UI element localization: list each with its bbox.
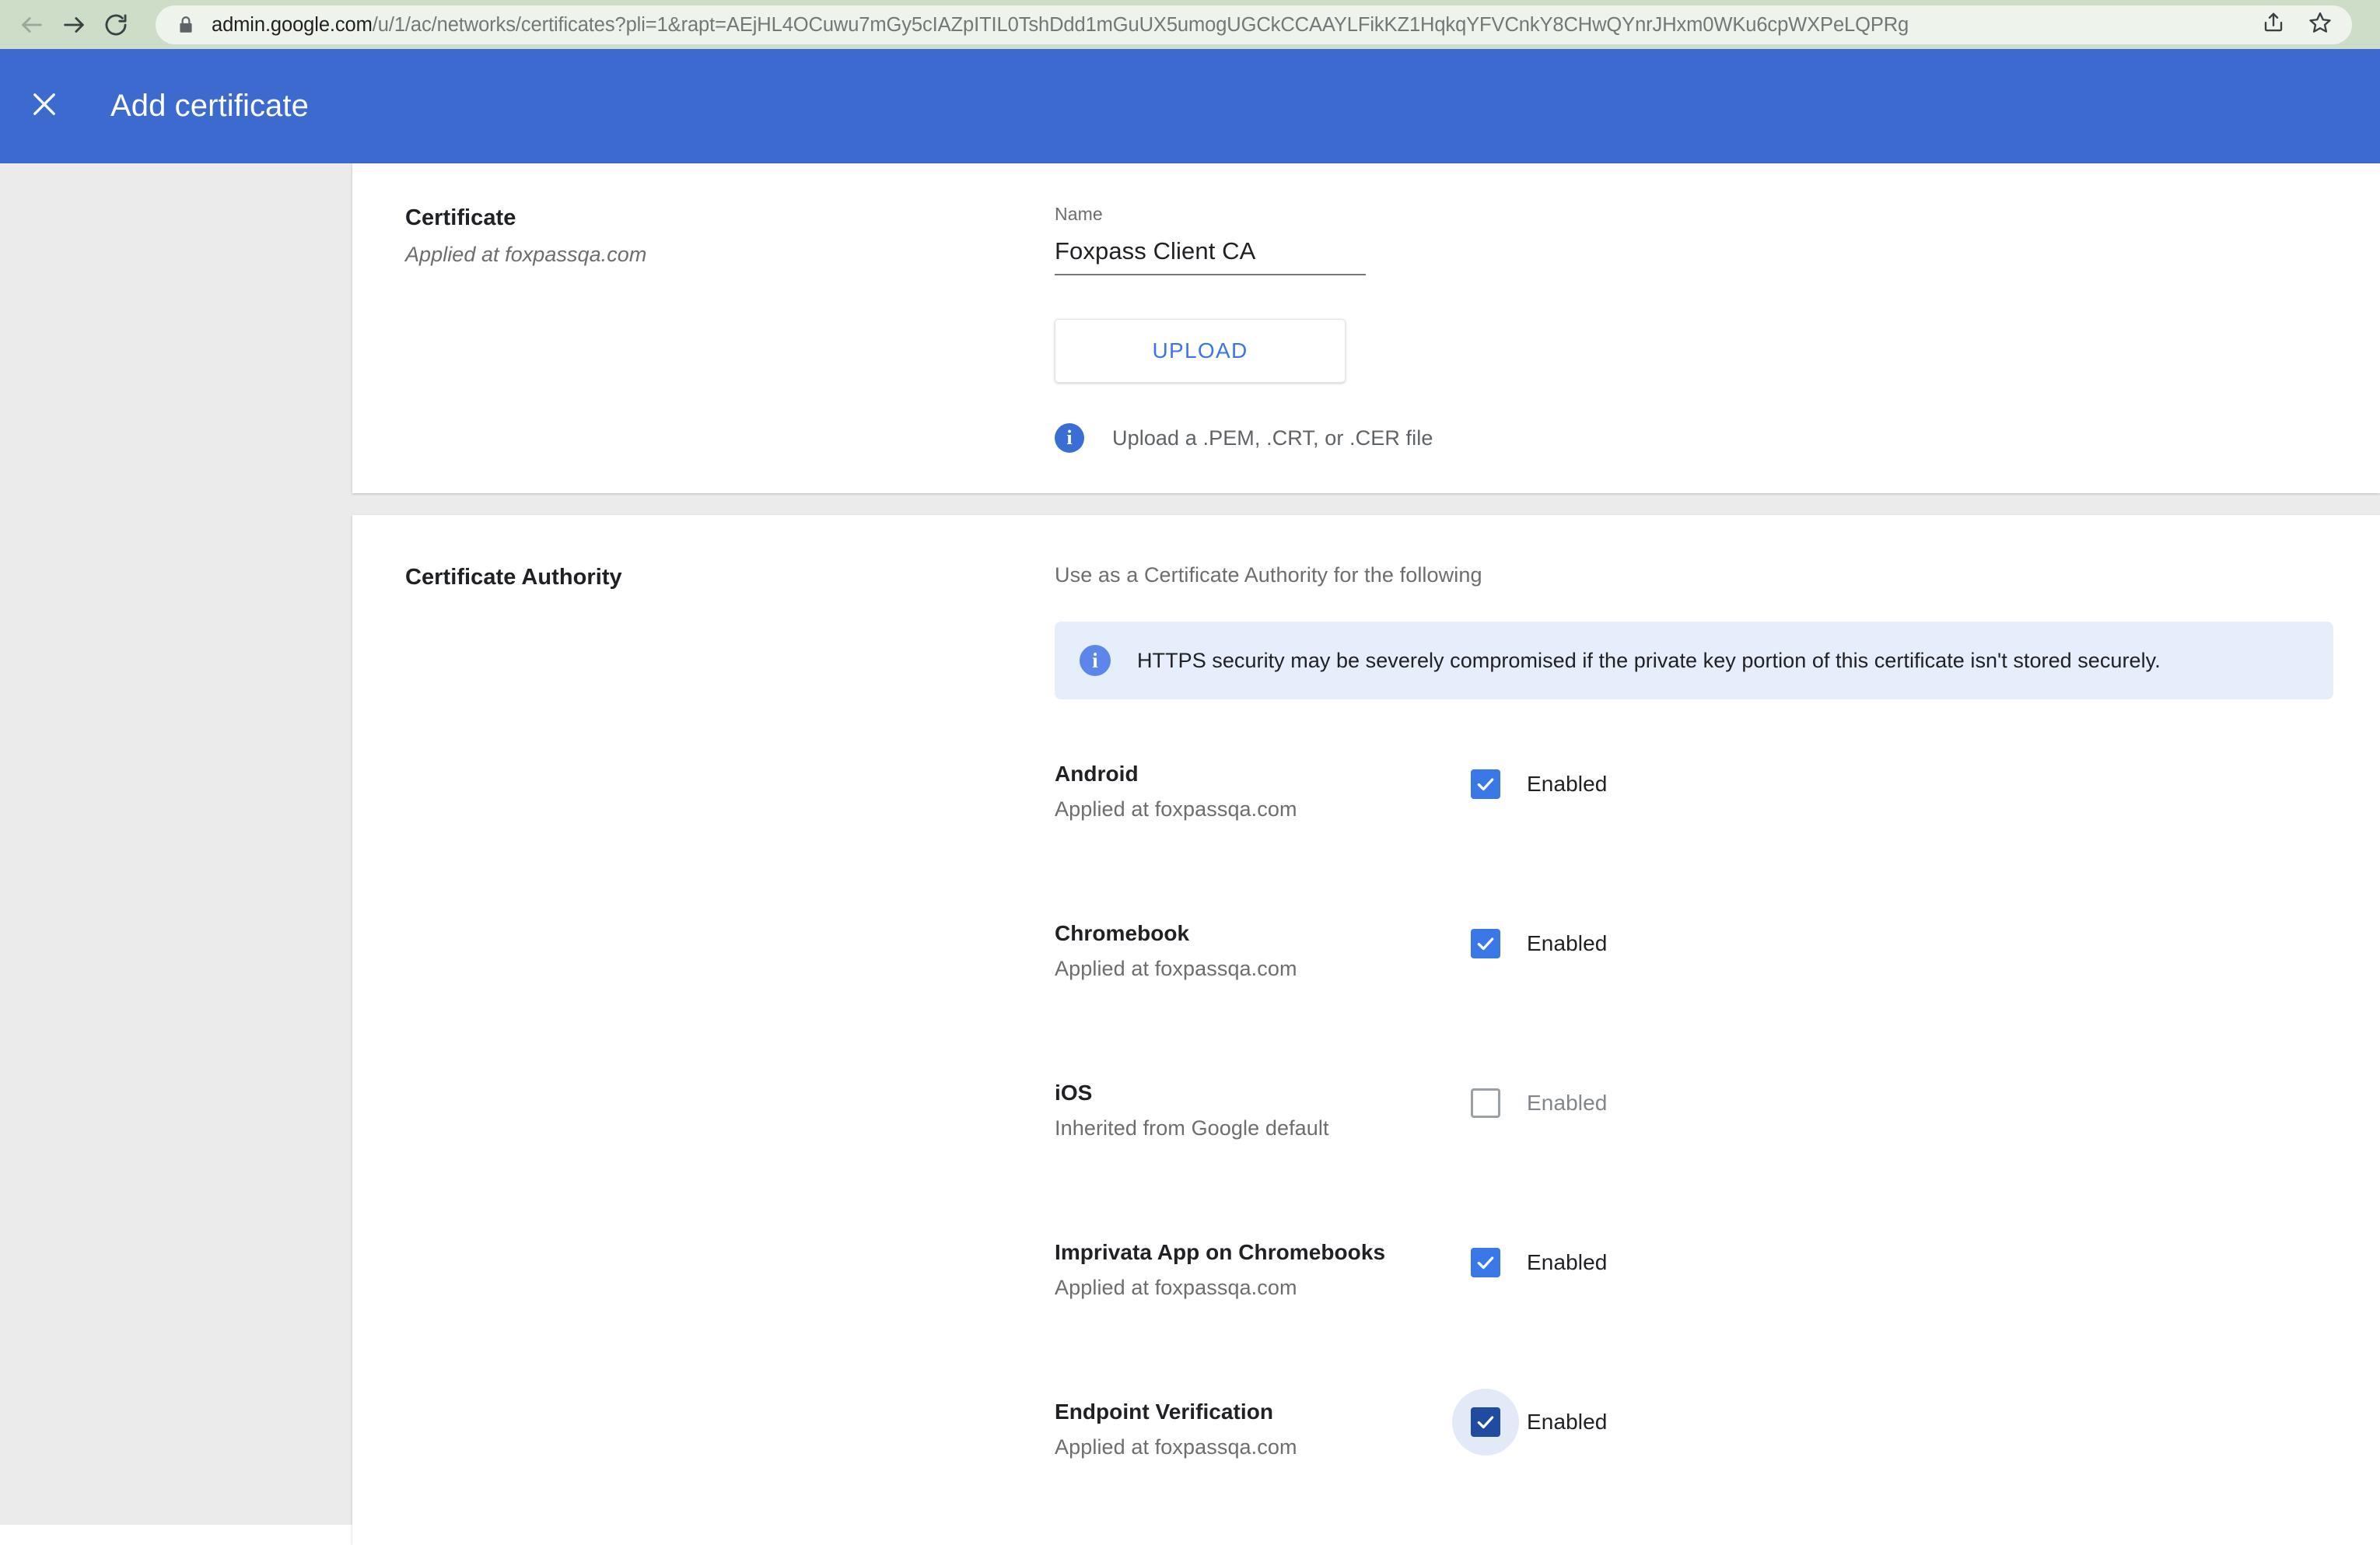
checkbox-hit-area[interactable] bbox=[1452, 1229, 1519, 1296]
name-field-label: Name bbox=[1055, 204, 1103, 224]
platform-status: Applied at foxpassqa.com bbox=[1055, 797, 1297, 821]
content-column: Certificate Applied at foxpassqa.com Nam… bbox=[352, 163, 2380, 1545]
upload-button[interactable]: UPLOAD bbox=[1055, 319, 1346, 383]
certificate-card: Certificate Applied at foxpassqa.com Nam… bbox=[352, 163, 2380, 493]
reload-icon bbox=[103, 12, 129, 38]
checkbox-label: Enabled bbox=[1527, 1250, 1608, 1274]
ca-section-title: Certificate Authority bbox=[405, 565, 622, 590]
back-button[interactable] bbox=[11, 4, 53, 46]
platform-status: Applied at foxpassqa.com bbox=[1055, 957, 1297, 980]
platform-info: Chromebook Applied at foxpassqa.com bbox=[1055, 907, 1469, 981]
platform-toggle[interactable]: Enabled bbox=[1452, 1386, 1608, 1456]
platform-row: iOS Inherited from Google default Enabled bbox=[1055, 1067, 2333, 1226]
checkbox-checked[interactable] bbox=[1471, 929, 1500, 958]
ca-intro-text: Use as a Certificate Authority for the f… bbox=[1055, 563, 1482, 587]
certificate-section-subtitle: Applied at foxpassqa.com bbox=[405, 243, 647, 267]
arrow-left-icon bbox=[19, 12, 45, 38]
page-background: Certificate Applied at foxpassqa.com Nam… bbox=[0, 163, 2380, 1545]
platform-info: Android Applied at foxpassqa.com bbox=[1055, 748, 1469, 822]
certificate-authority-card: Certificate Authority Use as a Certifica… bbox=[352, 515, 2380, 1545]
security-warning-banner: i HTTPS security may be severely comprom… bbox=[1055, 622, 2333, 699]
checkbox-unchecked[interactable] bbox=[1471, 1088, 1500, 1118]
forward-button[interactable] bbox=[53, 4, 95, 46]
address-bar[interactable]: admin.google.com/u/1/ac/networks/certifi… bbox=[156, 5, 2352, 44]
close-button[interactable] bbox=[17, 79, 72, 134]
checkbox-checked[interactable] bbox=[1471, 769, 1500, 799]
checkbox-hit-area[interactable] bbox=[1452, 1389, 1519, 1456]
app-bar: Add certificate bbox=[0, 49, 2380, 163]
page-title: Add certificate bbox=[110, 89, 309, 123]
arrow-right-icon bbox=[61, 12, 87, 38]
platform-name: Android bbox=[1055, 762, 1139, 786]
platform-row: Imprivata App on Chromebooks Applied at f… bbox=[1055, 1226, 2333, 1386]
platform-name: iOS bbox=[1055, 1081, 1093, 1105]
name-input-wrapper[interactable] bbox=[1055, 237, 1366, 275]
platform-toggle[interactable]: Enabled bbox=[1469, 907, 1607, 977]
platform-info: Endpoint Verification Applied at foxpassq… bbox=[1055, 1386, 1469, 1459]
platform-list: Android Applied at foxpassqa.com Enabled Ch… bbox=[1055, 748, 2333, 1545]
platform-row: Chromebook Applied at foxpassqa.com Enable… bbox=[1055, 907, 2333, 1067]
platform-name: Endpoint Verification bbox=[1055, 1400, 1274, 1424]
platform-status: Inherited from Google default bbox=[1055, 1116, 1329, 1140]
checkbox-label: Enabled bbox=[1527, 772, 1608, 796]
ca-field-column: Use as a Certificate Authority for the f… bbox=[1055, 563, 2380, 1545]
security-warning-text: HTTPS security may be severely compromis… bbox=[1137, 648, 2161, 672]
name-input[interactable] bbox=[1055, 237, 1366, 265]
upload-hint-text: Upload a .PEM, .CRT, or .CER file bbox=[1112, 426, 1433, 450]
reload-button[interactable] bbox=[95, 4, 137, 46]
certificate-section-title: Certificate bbox=[405, 205, 516, 230]
upload-hint: i Upload a .PEM, .CRT, or .CER file bbox=[1055, 423, 2333, 453]
checkbox-label: Enabled bbox=[1527, 1091, 1608, 1115]
info-icon: i bbox=[1055, 423, 1084, 453]
certificate-field-column: Name UPLOAD i Upload a .PEM, .CRT, or .C… bbox=[1055, 204, 2380, 453]
platform-toggle[interactable]: Enabled bbox=[1469, 748, 1607, 818]
url-host: admin.google.com bbox=[212, 13, 373, 36]
platform-name: Imprivata App on Chromebooks bbox=[1055, 1240, 1386, 1264]
info-icon: i bbox=[1080, 645, 1111, 676]
platform-name: Chromebook bbox=[1055, 921, 1190, 945]
lock-icon[interactable] bbox=[176, 15, 196, 35]
ca-label-column: Certificate Authority bbox=[352, 563, 1055, 591]
close-icon bbox=[28, 88, 61, 124]
checkbox-label: Enabled bbox=[1527, 1410, 1608, 1434]
platform-toggle[interactable]: Enabled bbox=[1469, 1226, 1607, 1296]
platform-toggle[interactable]: Enabled bbox=[1469, 1067, 1607, 1137]
platform-status: Applied at foxpassqa.com bbox=[1055, 1276, 1297, 1299]
certificate-label-column: Certificate Applied at foxpassqa.com bbox=[352, 204, 1055, 267]
checkbox-hit-area[interactable] bbox=[1452, 751, 1519, 818]
checkbox-checked[interactable] bbox=[1471, 1248, 1500, 1277]
checkbox-checked[interactable] bbox=[1471, 1407, 1500, 1437]
platform-info: Imprivata App on Chromebooks Applied at f… bbox=[1055, 1226, 1469, 1300]
checkbox-label: Enabled bbox=[1527, 931, 1608, 955]
platform-info: iOS Inherited from Google default bbox=[1055, 1067, 1469, 1140]
checkbox-hit-area[interactable] bbox=[1452, 1070, 1519, 1137]
platform-status: Applied at foxpassqa.com bbox=[1055, 1435, 1297, 1459]
checkbox-hit-area[interactable] bbox=[1452, 910, 1519, 977]
share-icon[interactable] bbox=[2262, 11, 2285, 38]
platform-row: Android Applied at foxpassqa.com Enabled bbox=[1055, 748, 2333, 907]
star-icon[interactable] bbox=[2308, 11, 2332, 38]
url-path: /u/1/ac/networks/certificates?pli=1&rapt… bbox=[372, 13, 1909, 36]
browser-toolbar: admin.google.com/u/1/ac/networks/certifi… bbox=[0, 0, 2380, 49]
url-text: admin.google.com/u/1/ac/networks/certifi… bbox=[212, 5, 2246, 44]
platform-row: Endpoint Verification Applied at foxpassq… bbox=[1055, 1386, 2333, 1545]
